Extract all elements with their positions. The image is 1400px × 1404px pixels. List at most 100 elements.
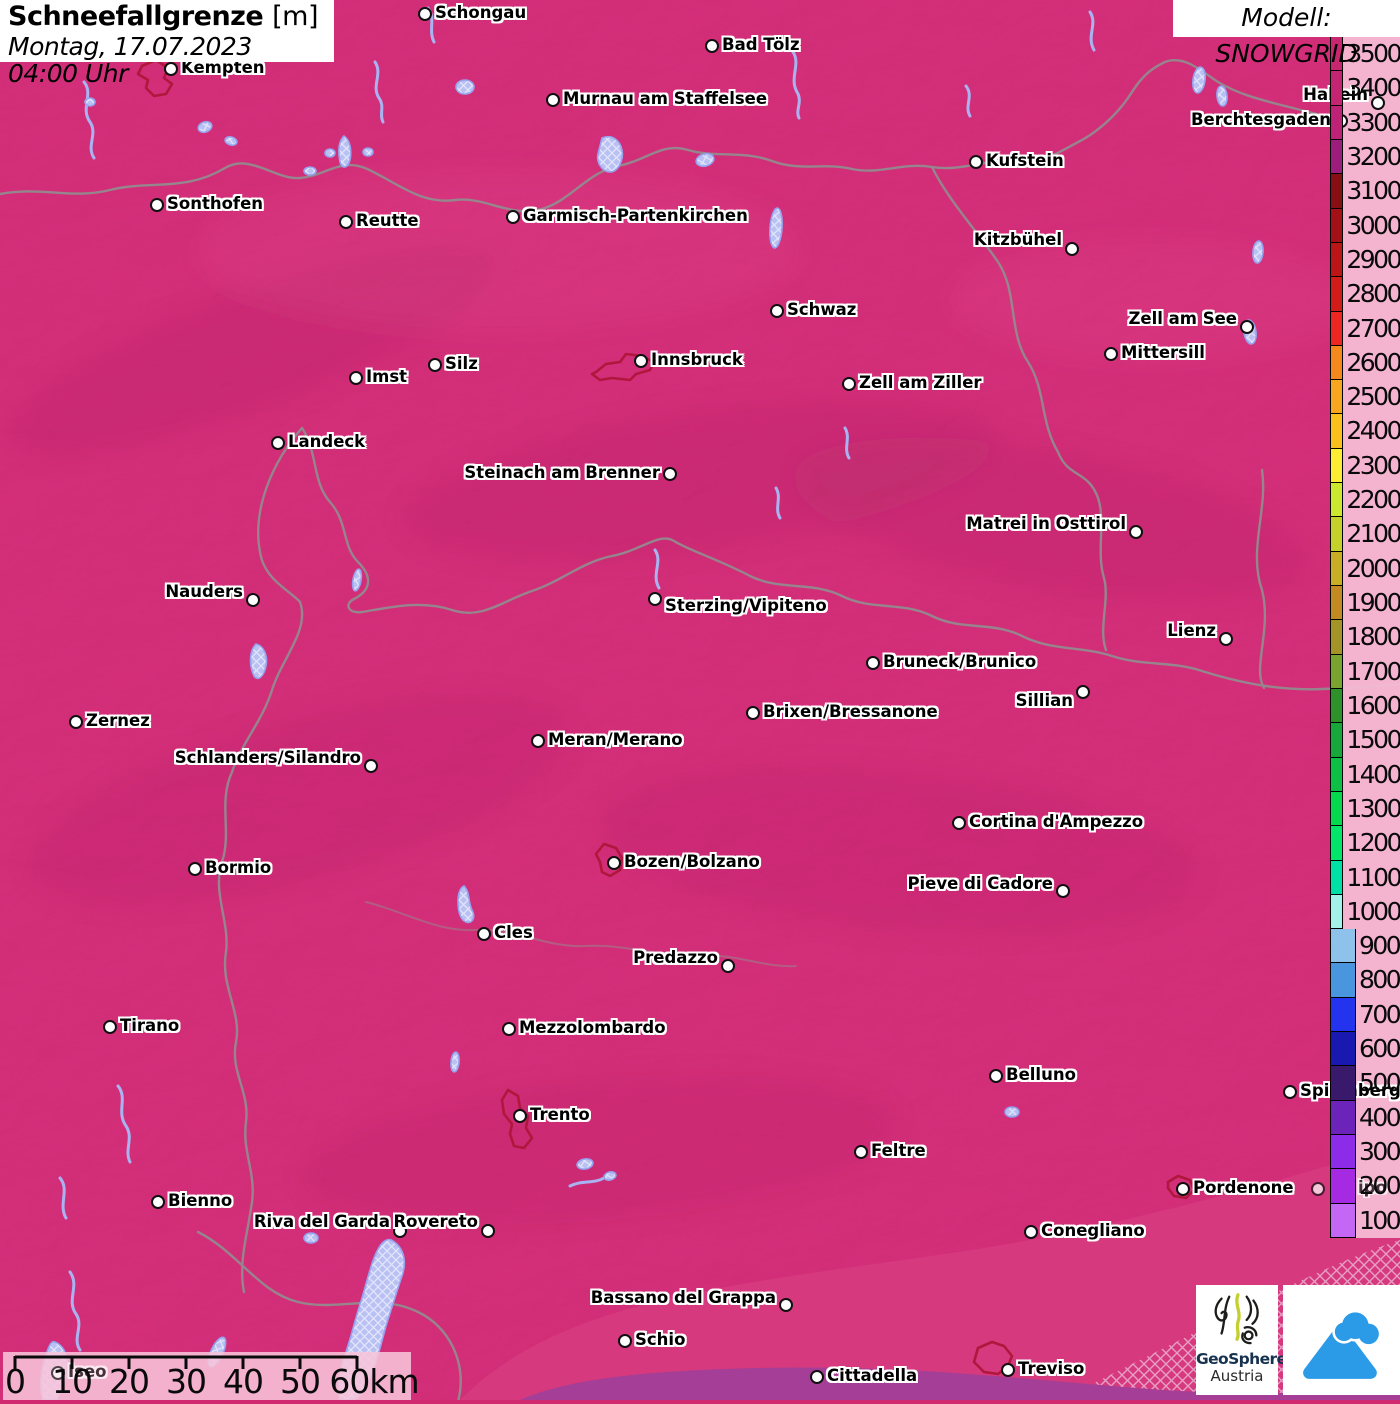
legend-value-label: 1200 <box>1346 826 1400 860</box>
weather-map-canvas <box>0 0 1400 1400</box>
legend-value-label: 900 <box>1359 929 1399 963</box>
legend-value-label: 1800 <box>1346 620 1400 654</box>
legend-value-label: 1300 <box>1346 792 1400 826</box>
legend-color-swatch <box>1330 792 1343 826</box>
model-label: Modell: SNOWGRID <box>1215 3 1357 68</box>
legend-color-swatch <box>1330 1032 1356 1066</box>
legend-color-swatch <box>1330 1101 1356 1135</box>
legend-color-swatch <box>1330 243 1343 277</box>
legend-row: 500 <box>1330 1066 1400 1100</box>
legend-color-swatch <box>1330 277 1343 311</box>
legend-value-label: 1500 <box>1346 723 1400 757</box>
legend-value-label: 3300 <box>1346 106 1400 140</box>
geosphere-swirl-icon <box>1208 1289 1266 1347</box>
legend-color-swatch <box>1330 586 1343 620</box>
legend-value-label: 3000 <box>1346 209 1400 243</box>
legend-color-swatch <box>1330 483 1343 517</box>
legend-row: 600 <box>1330 1032 1400 1066</box>
legend-value-label: 2700 <box>1346 312 1400 346</box>
legend-color-swatch <box>1330 861 1343 895</box>
legend-value-label: 600 <box>1359 1032 1399 1066</box>
legend-row: 1100 <box>1330 861 1400 895</box>
title-box: Schneefallgrenze [m] Montag, 17.07.2023 … <box>0 0 334 62</box>
legend-color-swatch <box>1330 1204 1356 1238</box>
legend-row: 400 <box>1330 1101 1400 1135</box>
legend-row: 2500 <box>1330 380 1400 414</box>
legend-row: 300 <box>1330 1135 1400 1169</box>
scalebar: 0 10 20 30 40 50 60km <box>0 1350 430 1400</box>
legend-value-label: 1100 <box>1346 861 1400 895</box>
legend-value-label: 400 <box>1359 1101 1399 1135</box>
legend-value-label: 2400 <box>1346 414 1400 448</box>
legend-value-label: 1900 <box>1346 586 1400 620</box>
title-parameter: Schneefallgrenze <box>8 1 263 32</box>
map-title: Schneefallgrenze [m] <box>8 1 326 33</box>
legend-row: 2600 <box>1330 346 1400 380</box>
legend-row: 3200 <box>1330 140 1400 174</box>
legend-color-swatch <box>1330 895 1343 929</box>
legend-color-swatch <box>1330 929 1356 963</box>
legend-value-label: 2000 <box>1346 552 1400 586</box>
legend-value-label: 3200 <box>1346 140 1400 174</box>
legend-color-swatch <box>1330 1066 1356 1100</box>
legend-row: 1000 <box>1330 895 1400 929</box>
geosphere-name: GeoSphere <box>1196 1351 1278 1368</box>
legend-color-swatch <box>1330 552 1343 586</box>
legend-row: 1300 <box>1330 792 1400 826</box>
legend-row: 2400 <box>1330 414 1400 448</box>
legend-color-swatch <box>1330 209 1343 243</box>
legend-row: 2700 <box>1330 312 1400 346</box>
legend-value-label: 2200 <box>1346 483 1400 517</box>
legend-row: 3000 <box>1330 209 1400 243</box>
legend-row: 100 <box>1330 1204 1400 1238</box>
legend-color-swatch <box>1330 998 1356 1032</box>
legend-value-label: 1600 <box>1346 689 1400 723</box>
geosphere-logo-box: GeoSphere Austria <box>1196 1285 1278 1395</box>
legend-value-label: 200 <box>1359 1169 1399 1203</box>
legend-color-swatch <box>1330 71 1343 105</box>
legend-row: 3100 <box>1330 174 1400 208</box>
legend-value-label: 3100 <box>1346 174 1400 208</box>
scalebar-label: 0 <box>5 1362 25 1401</box>
legend-color-swatch <box>1330 655 1343 689</box>
legend-row: 700 <box>1330 998 1400 1032</box>
geosphere-country: Austria <box>1196 1368 1278 1385</box>
legend-color-swatch <box>1330 1169 1356 1203</box>
legend-value-label: 500 <box>1359 1066 1399 1100</box>
legend-value-label: 100 <box>1359 1204 1399 1238</box>
legend-row: 900 <box>1330 929 1400 963</box>
scalebar-label: 20 <box>109 1362 149 1401</box>
scalebar-label: 10 <box>52 1362 92 1401</box>
legend-color-swatch <box>1330 758 1343 792</box>
legend-row: 2900 <box>1330 243 1400 277</box>
legend-color-swatch <box>1330 723 1343 757</box>
mountain-cloud-logo-box <box>1283 1285 1400 1395</box>
legend-row: 3300 <box>1330 106 1400 140</box>
legend-row: 2200 <box>1330 483 1400 517</box>
legend-row: 1900 <box>1330 586 1400 620</box>
legend-value-label: 2600 <box>1346 346 1400 380</box>
legend-color-swatch <box>1330 963 1356 997</box>
legend-row: 800 <box>1330 963 1400 997</box>
legend-color-swatch <box>1330 1135 1356 1169</box>
legend-row: 1600 <box>1330 689 1400 723</box>
scalebar-label: 50 <box>280 1362 320 1401</box>
legend-color-swatch <box>1330 346 1343 380</box>
legend-row: 3400 <box>1330 71 1400 105</box>
scalebar-label: 60km <box>329 1362 418 1401</box>
legend-colorbar: 3500 3400 3300 3200 3100 3000 2900 <box>1330 37 1400 1238</box>
legend-value-label: 700 <box>1359 998 1399 1032</box>
legend-value-label: 1400 <box>1346 758 1400 792</box>
scalebar-label: 40 <box>223 1362 263 1401</box>
legend-row: 2300 <box>1330 449 1400 483</box>
legend-color-swatch <box>1330 689 1343 723</box>
title-unit: [m] <box>272 1 318 32</box>
legend-row: 2000 <box>1330 552 1400 586</box>
legend-value-label: 800 <box>1359 963 1399 997</box>
legend-color-swatch <box>1330 414 1343 448</box>
scalebar-label: 30 <box>166 1362 206 1401</box>
legend-row: 1500 <box>1330 723 1400 757</box>
legend-color-swatch <box>1330 312 1343 346</box>
legend-row: 2800 <box>1330 277 1400 311</box>
legend-row: 1700 <box>1330 655 1400 689</box>
